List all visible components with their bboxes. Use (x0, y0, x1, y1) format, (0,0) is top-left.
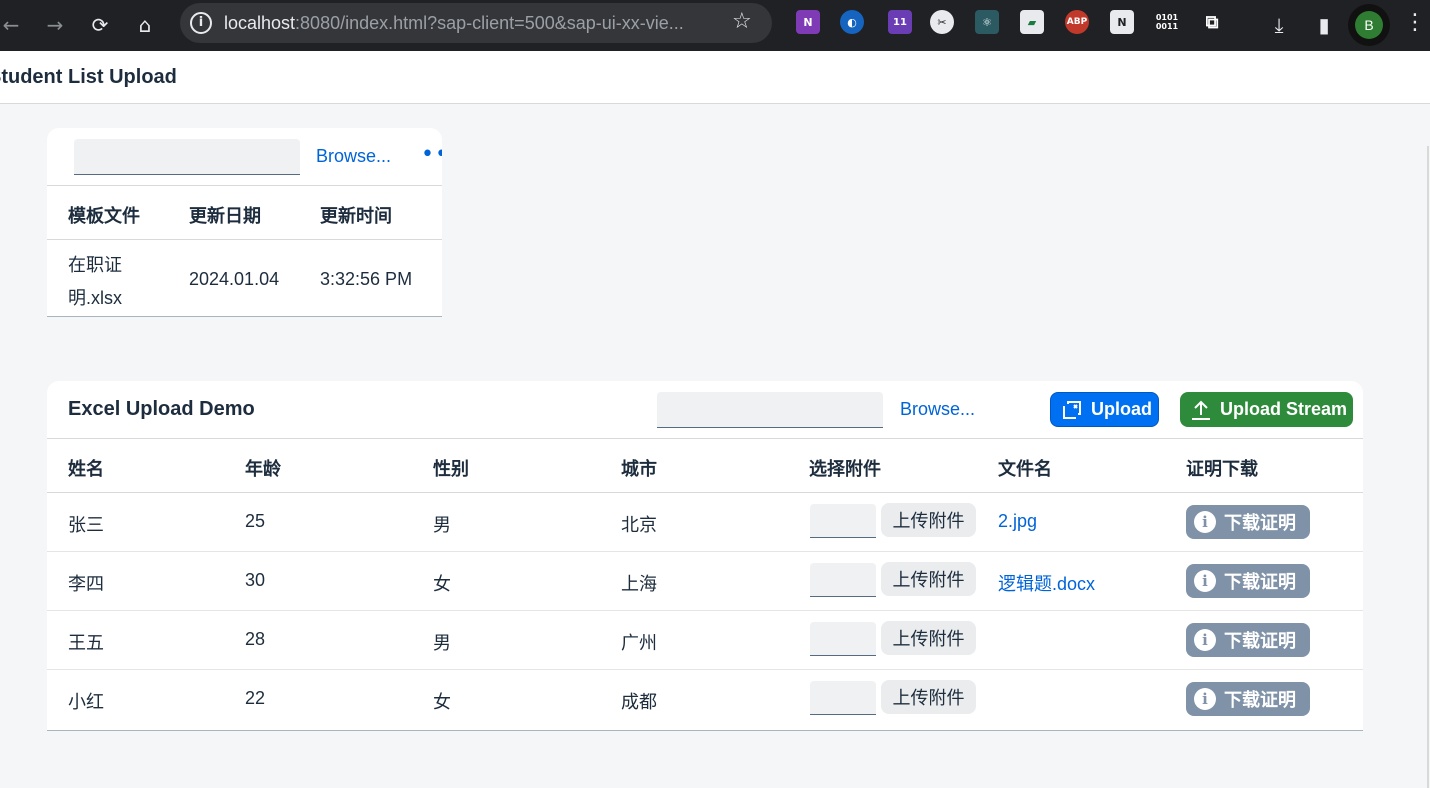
upload-attachment-button[interactable]: 上传附件 (881, 562, 976, 596)
adblock-extension-icon[interactable]: ABP (1065, 10, 1089, 34)
page-divider (1427, 146, 1429, 788)
more-options-icon[interactable]: ••• (421, 142, 442, 167)
download-certificate-button[interactable]: i 下载证明 (1186, 564, 1310, 598)
upload-stream-button[interactable]: Upload Stream (1180, 392, 1353, 427)
upload-attachment-button[interactable]: 上传附件 (881, 680, 976, 714)
template-file-card: Browse... ••• 模板文件 更新日期 更新时间 在职证 明.xlsx … (47, 128, 442, 317)
template-file-name: 明.xlsx (68, 288, 122, 308)
cell-gender: 男 (433, 515, 451, 535)
column-header-gender: 性别 (433, 459, 469, 479)
upload-arrow-icon (1192, 400, 1210, 420)
upload-icon (1063, 400, 1081, 419)
table-row: 王五 28 男 广州 上传附件 i 下载证明 (47, 611, 1363, 670)
info-icon: i (1194, 511, 1216, 533)
address-bar[interactable]: i localhost:8080/index.html?sap-client=5… (180, 3, 772, 43)
info-icon: i (1194, 629, 1216, 651)
back-icon[interactable]: ← (0, 8, 28, 42)
template-file-input[interactable] (74, 139, 300, 175)
download-icon[interactable]: ⤓ (1262, 8, 1296, 42)
browser-extension-icon[interactable]: ◐ (840, 10, 864, 34)
attachment-file-link[interactable]: 逻辑题.docx (998, 570, 1095, 596)
cell-age: 28 (245, 629, 266, 649)
column-header-age: 年龄 (245, 459, 281, 479)
column-header-name: 姓名 (68, 459, 104, 479)
extensions-puzzle-icon[interactable]: ⧉ (1200, 10, 1224, 34)
attachment-file-input[interactable] (810, 504, 876, 538)
excel-browse-button[interactable]: Browse... (900, 399, 975, 420)
cell-name: 小红 (68, 692, 104, 712)
bookmark-star-icon[interactable]: ☆ (732, 9, 752, 34)
page-title: Student List Upload (0, 66, 177, 88)
browser-toolbar: ← → ⟳ ⌂ i localhost:8080/index.html?sap-… (0, 0, 1430, 51)
table-row: 张三 25 男 北京 上传附件 2.jpg i 下载证明 (47, 493, 1363, 552)
cell-gender: 女 (433, 692, 451, 712)
upload-attachment-button[interactable]: 上传附件 (881, 621, 976, 655)
column-header-attachment: 选择附件 (809, 459, 881, 479)
column-header-filename: 文件名 (998, 459, 1052, 479)
template-browse-button[interactable]: Browse... (316, 146, 391, 167)
cell-city: 上海 (621, 574, 657, 594)
app-header: Student List Upload (0, 51, 1430, 104)
excel-table-header: 姓名 年龄 性别 城市 选择附件 文件名 证明下载 (47, 438, 1363, 493)
info-icon: i (1194, 688, 1216, 710)
template-table-header: 模板文件 更新日期 更新时间 (47, 185, 442, 240)
upload-attachment-button[interactable]: 上传附件 (881, 503, 976, 537)
reload-icon[interactable]: ⟳ (83, 8, 117, 42)
upload-button[interactable]: Upload (1050, 392, 1159, 427)
home-icon[interactable]: ⌂ (128, 8, 162, 42)
excel-card-title: Excel Upload Demo (68, 398, 255, 420)
cell-name: 李四 (68, 574, 104, 594)
attachment-file-link[interactable]: 2.jpg (998, 511, 1037, 532)
cell-gender: 男 (433, 633, 451, 653)
download-certificate-button[interactable]: i 下载证明 (1186, 505, 1310, 539)
cell-city: 成都 (621, 692, 657, 712)
site-info-icon[interactable]: i (190, 12, 212, 34)
column-header: 更新时间 (320, 206, 392, 226)
excel-file-input[interactable] (657, 392, 883, 428)
table-row: 李四 30 女 上海 上传附件 逻辑题.docx i 下载证明 (47, 552, 1363, 611)
column-header: 模板文件 (68, 206, 140, 226)
image-extension-icon[interactable]: ▰ (1020, 10, 1044, 34)
profile-avatar[interactable]: B (1348, 4, 1390, 46)
template-file-name: 在职证 (68, 255, 122, 275)
browser-menu-icon[interactable]: ⋮ (1404, 10, 1426, 35)
column-header-city: 城市 (621, 459, 657, 479)
download-certificate-button[interactable]: i 下载证明 (1186, 682, 1310, 716)
sidepanel-icon[interactable]: ▮ (1307, 8, 1341, 42)
cell-city: 广州 (621, 633, 657, 653)
template-update-time: 3:32:56 PM (320, 269, 413, 289)
cell-gender: 女 (433, 574, 451, 594)
attachment-file-input[interactable] (810, 681, 876, 715)
attachment-file-input[interactable] (810, 563, 876, 597)
mortarboard-extension-icon[interactable]: 11 (888, 10, 912, 34)
cell-city: 北京 (621, 515, 657, 535)
download-certificate-button[interactable]: i 下载证明 (1186, 623, 1310, 657)
cell-age: 22 (245, 688, 266, 708)
binary-extension-icon[interactable]: 0101 0011 (1155, 10, 1179, 34)
url-text[interactable]: localhost:8080/index.html?sap-client=500… (224, 13, 684, 34)
scissors-extension-icon[interactable]: ✂ (930, 10, 954, 34)
column-header: 更新日期 (189, 206, 261, 226)
notion-extension-icon[interactable]: N (1110, 10, 1134, 34)
network-extension-icon[interactable]: ⚛ (975, 10, 999, 34)
onenote-extension-icon[interactable]: N (796, 10, 820, 34)
template-update-date: 2024.01.04 (189, 269, 280, 289)
column-header-download: 证明下载 (1186, 459, 1258, 479)
cell-name: 张三 (68, 515, 104, 535)
cell-age: 25 (245, 511, 266, 531)
cell-name: 王五 (68, 633, 104, 653)
excel-upload-card: Excel Upload Demo Browse... Upload Uploa… (47, 381, 1363, 731)
table-row: 小红 22 女 成都 上传附件 i 下载证明 (47, 670, 1363, 729)
attachment-file-input[interactable] (810, 622, 876, 656)
cell-age: 30 (245, 570, 266, 590)
info-icon: i (1194, 570, 1216, 592)
forward-icon[interactable]: → (38, 8, 72, 42)
